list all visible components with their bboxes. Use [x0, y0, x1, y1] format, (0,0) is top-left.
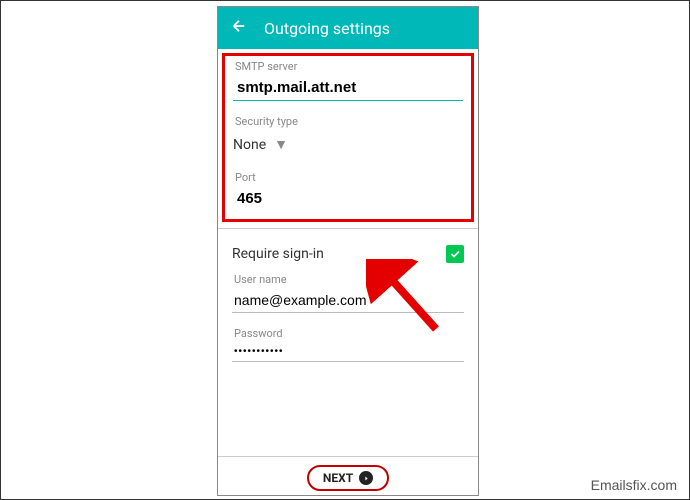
security-value: None [233, 137, 266, 153]
highlighted-section: SMTP server smtp.mail.att.net Security t… [222, 53, 474, 222]
back-arrow-icon[interactable] [230, 17, 248, 39]
security-dropdown[interactable]: None ▼ [233, 132, 463, 157]
port-input[interactable]: 465 [233, 188, 463, 211]
password-field-group: Password ••••••••••• [232, 327, 464, 362]
header-bar: Outgoing settings [218, 7, 478, 49]
signin-row: Require sign-in [218, 235, 478, 273]
username-label: User name [232, 273, 464, 286]
smtp-field-group: SMTP server smtp.mail.att.net [233, 60, 463, 101]
next-button-label: NEXT [323, 471, 353, 485]
next-arrow-icon [359, 471, 373, 485]
port-label: Port [233, 171, 463, 184]
watermark: Emailsfix.com [591, 477, 677, 493]
signin-label: Require sign-in [232, 246, 324, 262]
password-input[interactable]: ••••••••••• [232, 344, 464, 362]
lower-fields: User name name@example.com Password ••••… [218, 273, 478, 362]
smtp-label: SMTP server [233, 60, 463, 73]
username-input[interactable]: name@example.com [232, 290, 464, 313]
content-area: SMTP server smtp.mail.att.net Security t… [218, 53, 478, 362]
smtp-input[interactable]: smtp.mail.att.net [233, 77, 463, 101]
footer-bar: NEXT [218, 456, 478, 491]
port-field-group: Port 465 [233, 171, 463, 211]
username-field-group: User name name@example.com [232, 273, 464, 313]
divider [218, 228, 478, 229]
dropdown-arrow-icon: ▼ [274, 136, 288, 153]
next-button[interactable]: NEXT [307, 465, 389, 491]
security-label: Security type [233, 115, 463, 128]
security-field-group: Security type None ▼ [233, 115, 463, 157]
page-title: Outgoing settings [264, 19, 390, 38]
phone-screen: Outgoing settings SMTP server smtp.mail.… [217, 6, 479, 496]
signin-checkbox[interactable] [446, 245, 464, 263]
password-label: Password [232, 327, 464, 340]
